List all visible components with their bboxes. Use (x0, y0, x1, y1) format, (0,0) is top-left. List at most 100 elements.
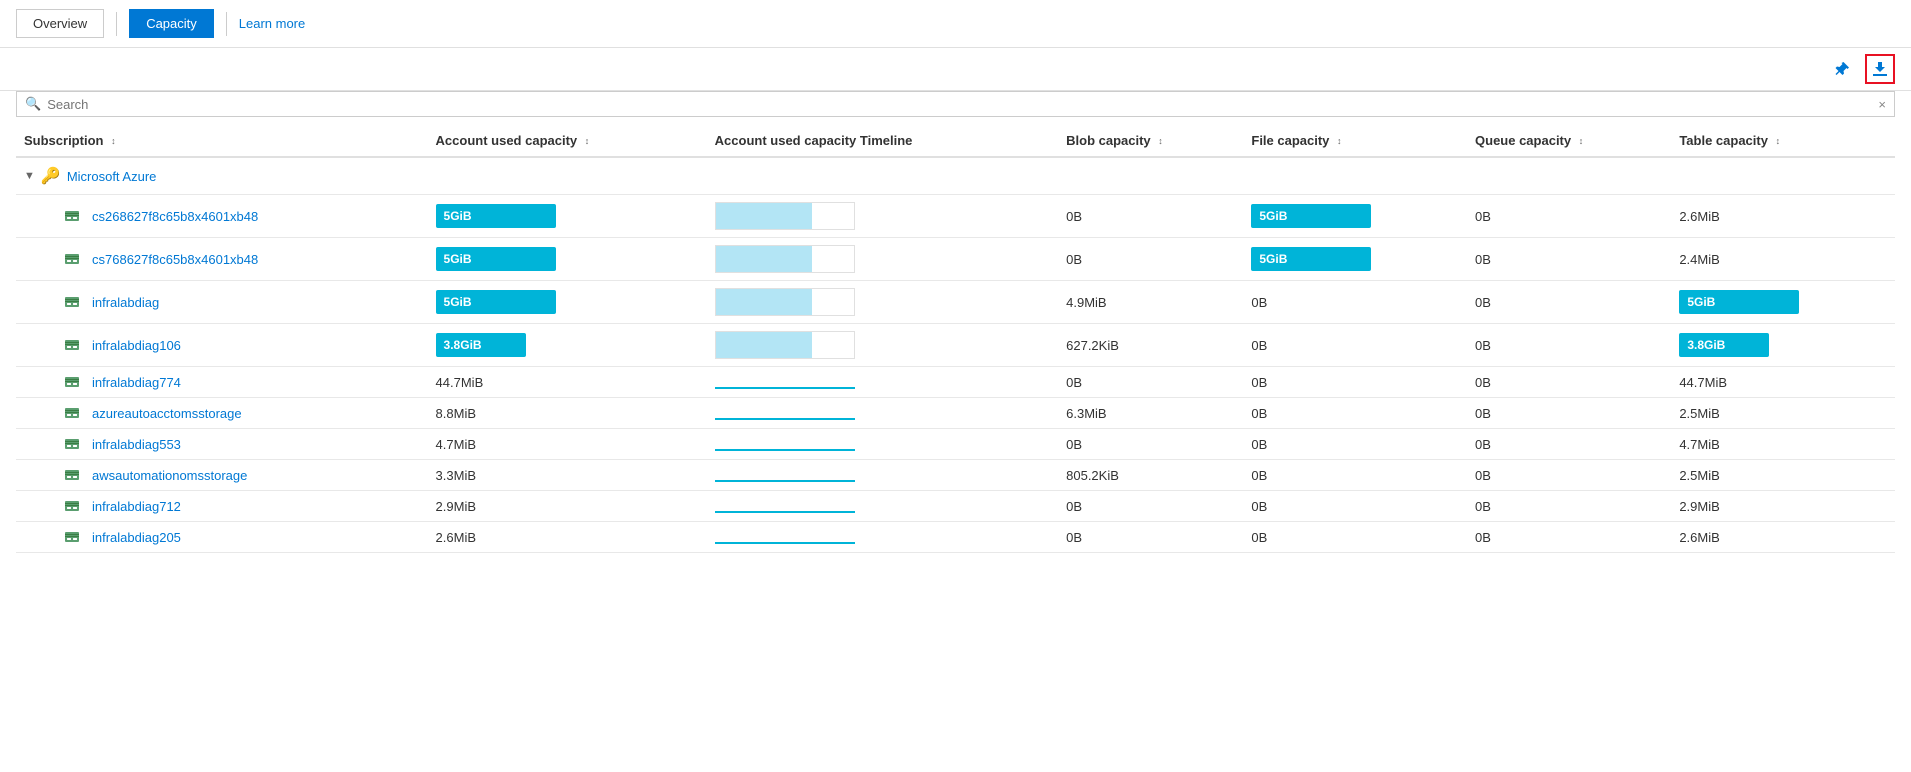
storage-account-icon (64, 529, 80, 545)
subscription-name[interactable]: infralabdiag (64, 294, 420, 310)
table-capacity-text: 2.9MiB (1679, 499, 1719, 514)
sort-icon-table[interactable]: ↕ (1776, 137, 1781, 146)
group-row-microsoft-azure[interactable]: ▼ 🔑 Microsoft Azure (16, 157, 1895, 195)
storage-account-icon (64, 294, 80, 310)
subscription-name[interactable]: azureautoacctomsstorage (64, 405, 420, 421)
download-button[interactable] (1865, 54, 1895, 84)
file-capacity-text: 0B (1251, 530, 1267, 545)
account-used-capacity-cell: 3.3MiB (428, 460, 707, 491)
clear-search-icon[interactable]: × (1878, 97, 1886, 112)
file-capacity-text: 0B (1251, 499, 1267, 514)
subscription-name[interactable]: cs268627f8c65b8x4601xb48 (64, 208, 420, 224)
blob-capacity-value: 6.3MiB (1066, 406, 1106, 421)
sort-icon-subscription[interactable]: ↕ (111, 137, 116, 146)
pin-button[interactable] (1827, 54, 1857, 84)
capacity-button[interactable]: Capacity (129, 9, 214, 38)
account-used-capacity-cell: 2.6MiB (428, 522, 707, 553)
group-name: Microsoft Azure (67, 169, 157, 184)
col-header-table-capacity[interactable]: Table capacity ↕ (1671, 125, 1895, 157)
blob-capacity-value: 0B (1066, 499, 1082, 514)
queue-capacity-cell: 0B (1467, 460, 1671, 491)
table-capacity-cell: 2.5MiB (1671, 398, 1895, 429)
col-header-subscription[interactable]: Subscription ↕ (16, 125, 428, 157)
queue-capacity-value: 0B (1475, 295, 1491, 310)
table-row: cs768627f8c65b8x4601xb48 5GiB 0B 5GiB 0B… (16, 238, 1895, 281)
sort-icon-file[interactable]: ↕ (1337, 137, 1342, 146)
blob-capacity-value: 0B (1066, 252, 1082, 267)
file-capacity-cell: 0B (1243, 429, 1467, 460)
blob-capacity-cell: 4.9MiB (1058, 281, 1243, 324)
account-used-capacity-cell: 3.8GiB (428, 324, 707, 367)
queue-capacity-cell: 0B (1467, 195, 1671, 238)
blob-capacity-value: 805.2KiB (1066, 468, 1119, 483)
col-header-account-used-capacity[interactable]: Account used capacity ↕ (428, 125, 707, 157)
learn-more-link[interactable]: Learn more (239, 16, 305, 31)
table-capacity-text: 44.7MiB (1679, 375, 1727, 390)
file-capacity-text: 0B (1251, 338, 1267, 353)
storage-account-icon (64, 337, 80, 353)
col-header-blob-capacity[interactable]: Blob capacity ↕ (1058, 125, 1243, 157)
group-label[interactable]: ▼ 🔑 Microsoft Azure (24, 166, 1887, 186)
sort-icon-blob[interactable]: ↕ (1158, 137, 1163, 146)
subscription-name[interactable]: infralabdiag553 (64, 436, 420, 452)
table-capacity-cell: 5GiB (1671, 281, 1895, 324)
table-capacity-cell: 2.9MiB (1671, 491, 1895, 522)
queue-capacity-value: 0B (1475, 338, 1491, 353)
timeline-bar-fill (716, 246, 813, 272)
timeline-cell (707, 281, 1058, 324)
timeline-bar (715, 331, 855, 359)
storage-account-icon (64, 405, 80, 421)
file-capacity-cell: 0B (1243, 367, 1467, 398)
col-header-file-capacity[interactable]: File capacity ↕ (1243, 125, 1467, 157)
table-capacity-cell: 44.7MiB (1671, 367, 1895, 398)
file-capacity-cell: 0B (1243, 460, 1467, 491)
table-capacity-bar-full: 5GiB (1679, 290, 1799, 314)
timeline-cell (707, 522, 1058, 553)
subscription-name[interactable]: awsautomationomsstorage (64, 467, 420, 483)
expand-arrow-icon: ▼ (24, 170, 35, 182)
sort-icon-queue[interactable]: ↕ (1579, 137, 1584, 146)
storage-account-icon (64, 208, 80, 224)
blob-capacity-cell: 805.2KiB (1058, 460, 1243, 491)
queue-capacity-value: 0B (1475, 252, 1491, 267)
queue-capacity-cell: 0B (1467, 281, 1671, 324)
timeline-cell (707, 429, 1058, 460)
subscription-name[interactable]: infralabdiag774 (64, 374, 420, 390)
timeline-line (715, 480, 855, 482)
search-input[interactable] (47, 97, 1878, 112)
table-capacity-text: 2.6MiB (1679, 530, 1719, 545)
table-row: awsautomationomsstorage 3.3MiB 805.2KiB … (16, 460, 1895, 491)
capacity-bar-full: 5GiB (436, 204, 556, 228)
subscription-cell: infralabdiag553 (16, 429, 428, 460)
table-capacity-cell: 2.6MiB (1671, 195, 1895, 238)
storage-account-icon (64, 498, 80, 514)
capacity-text: 2.9MiB (436, 499, 476, 514)
file-capacity-bar-full: 5GiB (1251, 247, 1371, 271)
timeline-cell (707, 367, 1058, 398)
subscription-name[interactable]: infralabdiag106 (64, 337, 420, 353)
queue-capacity-value: 0B (1475, 375, 1491, 390)
col-header-queue-capacity[interactable]: Queue capacity ↕ (1467, 125, 1671, 157)
account-used-capacity-cell: 5GiB (428, 281, 707, 324)
timeline-line (715, 418, 855, 420)
subscription-name[interactable]: infralabdiag205 (64, 529, 420, 545)
timeline-line (715, 387, 855, 389)
table-capacity-cell: 2.4MiB (1671, 238, 1895, 281)
overview-button[interactable]: Overview (16, 9, 104, 38)
subscription-name[interactable]: infralabdiag712 (64, 498, 420, 514)
blob-capacity-value: 0B (1066, 530, 1082, 545)
blob-capacity-cell: 0B (1058, 429, 1243, 460)
timeline-bar-fill (716, 203, 813, 229)
file-capacity-cell: 0B (1243, 324, 1467, 367)
queue-capacity-cell: 0B (1467, 429, 1671, 460)
account-used-capacity-cell: 4.7MiB (428, 429, 707, 460)
subscription-cell: azureautoacctomsstorage (16, 398, 428, 429)
queue-capacity-value: 0B (1475, 437, 1491, 452)
subscription-name[interactable]: cs768627f8c65b8x4601xb48 (64, 251, 420, 267)
capacity-text: 2.6MiB (436, 530, 476, 545)
timeline-cell (707, 460, 1058, 491)
toolbar (0, 48, 1911, 91)
table-capacity-text: 2.4MiB (1679, 252, 1719, 267)
timeline-line (715, 542, 855, 544)
sort-icon-account-used[interactable]: ↕ (585, 137, 590, 146)
